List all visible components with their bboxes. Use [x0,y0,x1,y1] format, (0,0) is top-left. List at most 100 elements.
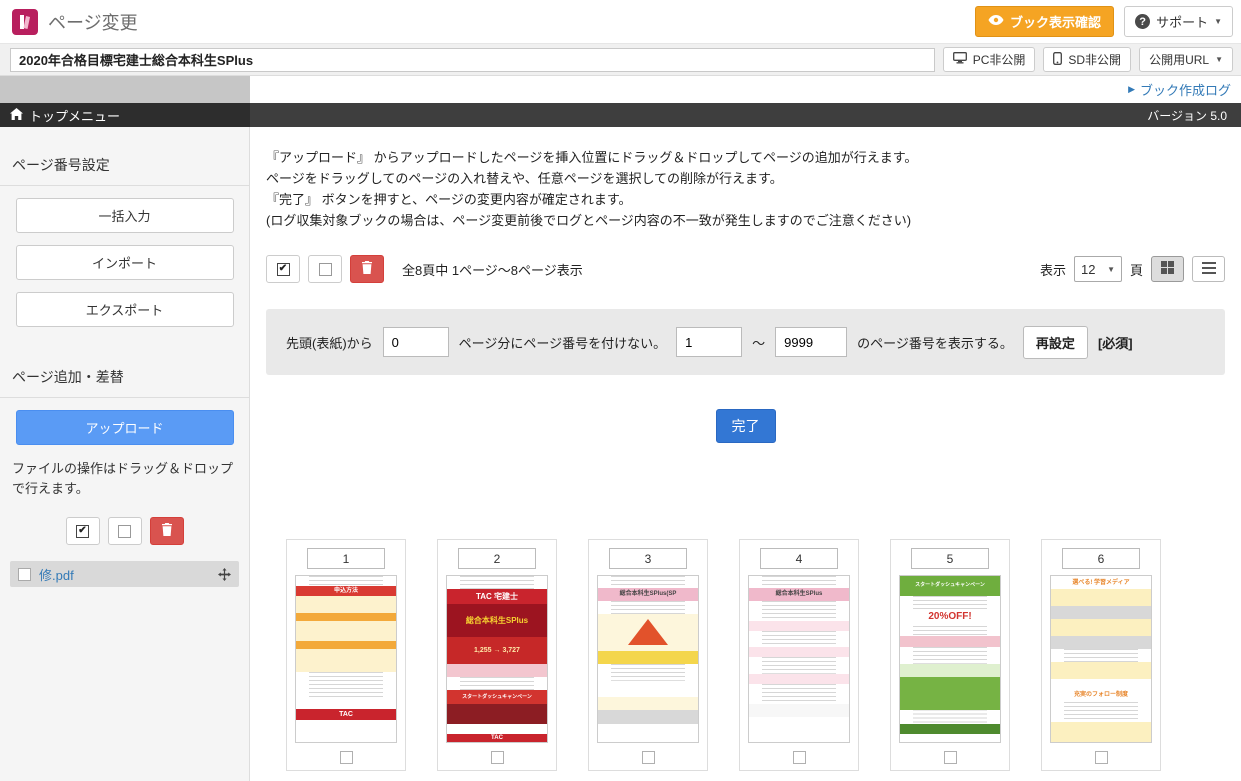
tilde-separator: 〜 [752,333,765,352]
page-card: 総合本科生SPlus [739,539,859,771]
checked-checkbox-icon: ✔ [277,263,290,276]
page-thumbnail[interactable]: TAC 宅建士総合本科生SPlus1,255 → 3,727スタートダッシュキャ… [446,575,548,743]
display-label: 表示 [1040,260,1066,279]
page-title: ページ変更 [48,9,138,35]
sidebar: ページ番号設定 一括入力 インポート エクスポート ページ追加・差替 アップロー… [0,127,250,781]
skip-pages-input[interactable] [383,327,449,357]
file-name-link[interactable]: 修.pdf [39,565,210,584]
instruction-line: 『完了』 ボタンを押すと、ページの変更内容が確定されます。 [266,189,1225,210]
question-icon: ? [1135,14,1150,29]
upload-button[interactable]: アップロード [16,410,234,445]
numbering-prefix: 先頭(表紙)から [286,333,373,352]
book-preview-button[interactable]: ブック表示確認 [975,6,1114,37]
top-header: ページ変更 ブック表示確認 ? サポート ▼ [0,0,1241,44]
select-all-files-button[interactable]: ✔ [66,517,100,545]
display-controls: 表示 12 ▼ 頁 [1040,256,1225,282]
unchecked-checkbox-icon [118,525,131,538]
reset-button[interactable]: 再設定 [1023,326,1088,359]
version-label: バージョン 5.0 [1147,107,1227,124]
page-checkbox[interactable] [944,751,957,764]
per-page-select[interactable]: 12 ▼ [1074,256,1122,282]
page-number-input[interactable] [1062,548,1140,569]
page-checkbox[interactable] [491,751,504,764]
page-toolbar: ✔ 全8頁中 1ページ〜8ページ表示 表示 12 ▼ 頁 [266,255,1225,283]
caret-right-icon: ▶ [1128,84,1135,95]
log-row: ▶ ブック作成ログ [0,76,1241,103]
top-menu-link[interactable]: トップメニュー [0,103,250,127]
chevron-down-icon: ▼ [1214,17,1222,26]
page-checkbox[interactable] [642,751,655,764]
page-thumbnail[interactable]: 総合本科生SPlus(SP [597,575,699,743]
page-thumbnail[interactable]: 総合本科生SPlus [748,575,850,743]
grid-view-button[interactable] [1151,256,1184,282]
trash-icon [161,523,173,539]
page-card: TAC 宅建士総合本科生SPlus1,255 → 3,727スタートダッシュキャ… [437,539,557,771]
page-number-input[interactable] [911,548,989,569]
delete-selected-pages-button[interactable] [350,255,384,283]
range-start-input[interactable] [676,327,742,357]
public-url-button[interactable]: 公開用URL ▼ [1139,47,1233,72]
chevron-down-icon: ▼ [1107,265,1115,274]
page-checkbox[interactable] [1095,751,1108,764]
deselect-all-pages-button[interactable] [308,255,342,283]
numbering-middle-text: ページ分にページ番号を付けない。 [459,333,666,352]
selection-toolbar: ✔ [266,255,384,283]
main-content: 『アップロード』 からアップロードしたページを挿入位置にドラッグ＆ドロップしてペ… [250,127,1241,781]
eye-icon [988,14,1004,29]
page-checkbox[interactable] [793,751,806,764]
drag-drop-note: ファイルの操作はドラッグ＆ドロップで行えます。 [0,457,249,511]
page-thumbnail[interactable]: 選べる! 学習メディア充実のフォロー制度 [1050,575,1152,743]
instruction-line: 『アップロード』 からアップロードしたページを挿入位置にドラッグ＆ドロップしてペ… [266,147,1225,168]
page-thumbnail[interactable]: 申込方法TAC [295,575,397,743]
log-row-content: ▶ ブック作成ログ [250,76,1241,103]
list-icon [1202,262,1216,277]
smartphone-icon [1053,52,1062,68]
chevron-down-icon: ▼ [1215,55,1223,64]
page-count-text: 全8頁中 1ページ〜8ページ表示 [402,260,583,279]
uploaded-file-row: 修.pdf [10,561,239,587]
page-number-input[interactable] [458,548,536,569]
menu-bar: トップメニュー バージョン 5.0 [0,103,1241,127]
brand: ページ変更 [12,9,138,35]
numbering-suffix: のページ番号を表示する。 [857,333,1013,352]
import-button[interactable]: インポート [16,245,234,280]
delete-selected-files-button[interactable] [150,517,184,545]
sidebar-selection-toolbar: ✔ [0,517,249,545]
sd-private-button[interactable]: SD非公開 [1043,47,1131,72]
page-number-input[interactable] [307,548,385,569]
page-unit-label: 頁 [1130,260,1143,279]
book-bar: 2020年合格目標宅建士総合本科生SPlus PC非公開 SD非公開 公開用UR… [0,44,1241,76]
home-icon [10,108,23,123]
page-card: 選べる! 学習メディア充実のフォロー制度 [1041,539,1161,771]
trash-icon [361,261,373,277]
list-view-button[interactable] [1192,256,1225,282]
deselect-all-files-button[interactable] [108,517,142,545]
section-page-add-heading: ページ追加・差替 [0,367,249,398]
page-checkbox[interactable] [340,751,353,764]
export-button[interactable]: エクスポート [16,292,234,327]
page-number-input[interactable] [609,548,687,569]
instruction-line: ページをドラッグしてのページの入れ替えや、任意ページを選択しての削除が行えます。 [266,168,1225,189]
page-thumbnail[interactable]: スタートダッシュキャンペーン20%OFF! [899,575,1001,743]
support-button[interactable]: ? サポート ▼ [1124,6,1233,37]
complete-button[interactable]: 完了 [716,409,776,443]
file-checkbox[interactable] [18,568,31,581]
instructions: 『アップロード』 からアップロードしたページを挿入位置にドラッグ＆ドロップしてペ… [266,147,1225,231]
section-page-number-heading: ページ番号設定 [0,155,249,186]
page-card: スタートダッシュキャンペーン20%OFF! [890,539,1010,771]
range-end-input[interactable] [775,327,847,357]
pc-private-button[interactable]: PC非公開 [943,47,1036,72]
grid-icon [1161,261,1174,277]
checked-checkbox-icon: ✔ [76,525,89,538]
select-all-pages-button[interactable]: ✔ [266,255,300,283]
per-page-value: 12 [1081,262,1095,277]
version-bar: バージョン 5.0 [250,103,1241,127]
page-card: 総合本科生SPlus(SP [588,539,708,771]
page-number-input[interactable] [760,548,838,569]
book-log-link[interactable]: ブック作成ログ [1140,80,1231,99]
bulk-input-button[interactable]: 一括入力 [16,198,234,233]
unchecked-checkbox-icon [319,263,332,276]
page-card: 申込方法TAC [286,539,406,771]
required-label: [必須] [1098,333,1133,352]
move-icon[interactable] [218,568,231,581]
